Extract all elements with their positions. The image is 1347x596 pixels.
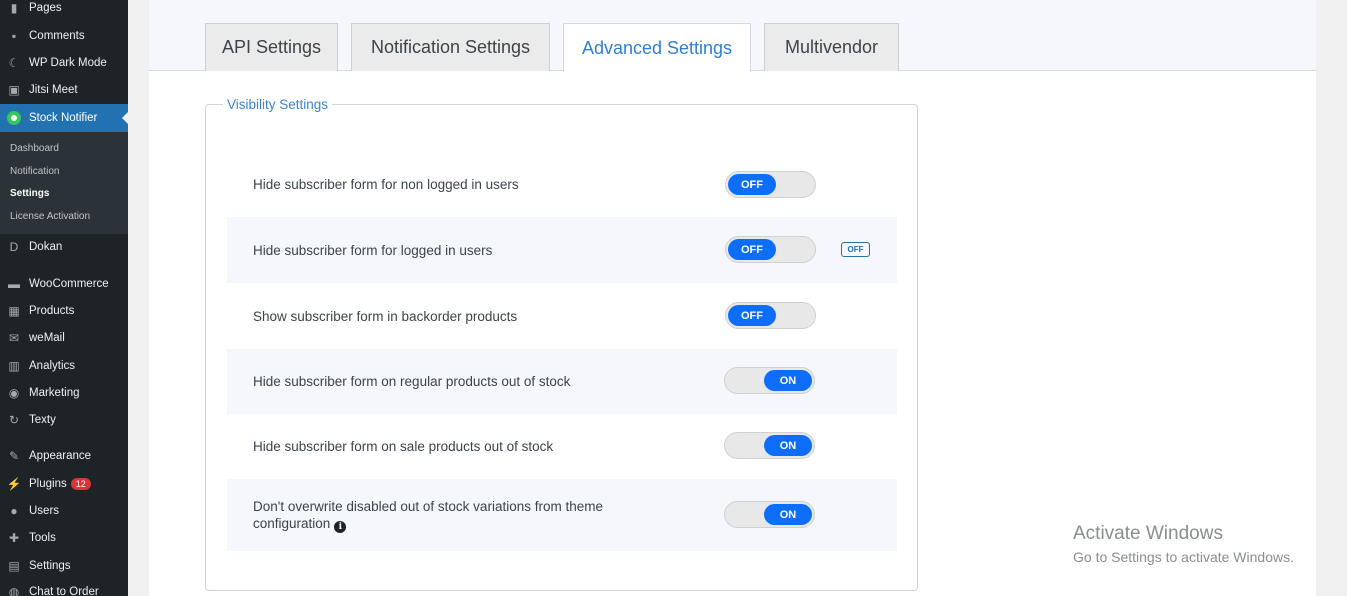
off-state-badge: OFF: [841, 242, 870, 257]
products-icon: ▦: [8, 304, 20, 318]
tab-advanced-settings[interactable]: Advanced Settings: [563, 23, 751, 72]
setting-label-text: Don't overwrite disabled out of stock va…: [253, 498, 603, 531]
menu-item-woocommerce[interactable]: ▬ WooCommerce: [0, 271, 128, 297]
menu-item-users[interactable]: ● Users: [0, 498, 128, 524]
email-icon: ✉: [8, 331, 20, 345]
menu-label: Plugins: [29, 478, 67, 490]
submenu-dashboard[interactable]: Dashboard: [10, 143, 59, 154]
watermark-subtitle: Go to Settings to activate Windows.: [1073, 549, 1294, 565]
setting-row: Don't overwrite disabled out of stock va…: [227, 479, 897, 551]
setting-label: Hide subscriber form for logged in users: [253, 242, 493, 258]
menu-item-chat-to-order[interactable]: ◍ Chat to Order: [0, 579, 128, 596]
setting-row: Hide subscriber form on regular products…: [227, 349, 897, 414]
toggle-hide-logged-in[interactable]: OFF: [725, 236, 816, 263]
stock-notifier-submenu: Dashboard Notification Settings License …: [0, 132, 128, 234]
settings-icon: ▤: [8, 559, 20, 573]
toggle-knob: ON: [764, 435, 812, 456]
setting-label: Hide subscriber form on sale products ou…: [253, 439, 554, 454]
menu-item-settings[interactable]: ▤ Settings: [0, 553, 128, 579]
menu-item-comments[interactable]: ▪ Comments: [0, 23, 128, 49]
menu-item-stock-notifier[interactable]: Stock Notifier: [0, 104, 128, 132]
video-icon: ▣: [8, 83, 20, 97]
tab-notification-settings[interactable]: Notification Settings: [351, 23, 550, 71]
menu-item-texty[interactable]: ↻ Texty: [0, 407, 128, 433]
watermark-title: Activate Windows: [1073, 523, 1223, 544]
menu-item-wp-dark-mode[interactable]: ☾ WP Dark Mode: [0, 50, 128, 76]
setting-row: Hide subscriber form for logged in users…: [227, 217, 897, 283]
submenu-license-activation[interactable]: License Activation: [10, 211, 90, 222]
toggle-knob: OFF: [728, 305, 776, 326]
menu-label: Pages: [29, 2, 62, 14]
menu-label: Dokan: [29, 241, 63, 253]
toggle-knob: OFF: [728, 174, 776, 195]
menu-label: Comments: [29, 30, 85, 42]
plugins-update-badge: 12: [70, 478, 91, 490]
toggle-show-backorder[interactable]: OFF: [725, 302, 816, 329]
toggle-knob: ON: [764, 504, 812, 525]
menu-label: Tools: [29, 532, 56, 544]
pages-icon: ▮: [10, 1, 18, 15]
setting-row: Show subscriber form in backorder produc…: [227, 283, 897, 349]
toggle-knob: ON: [764, 370, 812, 391]
menu-item-plugins[interactable]: ⚡ Plugins 12: [0, 471, 128, 497]
menu-item-wemail[interactable]: ✉ weMail: [0, 325, 128, 351]
tab-api-settings[interactable]: API Settings: [205, 23, 338, 71]
settings-panel: API Settings Notification Settings Advan…: [149, 0, 1316, 596]
submenu-notification[interactable]: Notification: [10, 166, 59, 177]
menu-label: Products: [29, 305, 75, 317]
toggle-knob: OFF: [728, 239, 776, 260]
toggle-hide-non-logged-in[interactable]: OFF: [725, 171, 816, 198]
toggle-hide-sale-out-of-stock[interactable]: ON: [724, 432, 815, 459]
comments-icon: ▪: [11, 29, 17, 43]
section-legend: Visibility Settings: [223, 97, 333, 112]
texty-icon: ↻: [8, 413, 20, 427]
tab-multivendor[interactable]: Multivendor: [764, 23, 899, 71]
setting-row: Hide subscriber form for non logged in u…: [227, 151, 897, 217]
menu-label: WooCommerce: [29, 278, 109, 290]
menu-label: Chat to Order: [29, 586, 99, 596]
setting-label: Hide subscriber form on regular products…: [253, 374, 571, 389]
toggle-hide-regular-out-of-stock[interactable]: ON: [724, 367, 815, 394]
toggle-dont-overwrite-variations[interactable]: ON: [724, 501, 815, 528]
woocommerce-icon: ▬: [8, 277, 20, 291]
menu-label: Users: [29, 505, 60, 517]
setting-row: Hide subscriber form on sale products ou…: [227, 414, 897, 479]
menu-item-analytics[interactable]: ▥ Analytics: [0, 353, 128, 379]
setting-label: Show subscriber form in backorder produc…: [253, 308, 518, 324]
menu-label: Settings: [29, 560, 71, 572]
chat-icon: ◍: [8, 585, 20, 596]
menu-label: Texty: [29, 414, 56, 426]
menu-item-tools[interactable]: ✚ Tools: [0, 525, 128, 551]
settings-tabbar: API Settings Notification Settings Advan…: [149, 0, 1316, 72]
stock-notifier-logo-icon: [7, 111, 21, 125]
user-icon: ●: [10, 504, 18, 518]
menu-label: Marketing: [29, 387, 80, 399]
moon-icon: ☾: [8, 56, 20, 70]
setting-label: Hide subscriber form for non logged in u…: [253, 176, 519, 192]
menu-item-jitsi-meet[interactable]: ▣ Jitsi Meet: [0, 77, 128, 103]
bar-chart-icon: ▥: [8, 359, 20, 373]
wrench-icon: ✚: [8, 531, 20, 545]
paintbrush-icon: ✎: [8, 449, 20, 463]
activate-windows-watermark: Activate Windows Go to Settings to activ…: [1073, 523, 1294, 565]
setting-label: Don't overwrite disabled out of stock va…: [253, 498, 653, 533]
menu-label: Stock Notifier: [29, 112, 98, 124]
menu-item-pages[interactable]: ▮ Pages: [0, 0, 128, 21]
menu-item-dokan[interactable]: D Dokan: [0, 234, 128, 260]
menu-item-appearance[interactable]: ✎ Appearance: [0, 443, 128, 469]
menu-item-products[interactable]: ▦ Products: [0, 298, 128, 324]
dokan-icon: D: [9, 240, 19, 254]
menu-label: weMail: [29, 332, 65, 344]
plugin-icon: ⚡: [6, 477, 22, 491]
submenu-settings[interactable]: Settings: [10, 188, 49, 199]
menu-label: Jitsi Meet: [29, 84, 78, 96]
admin-sidebar: ▮ Pages ▪ Comments ☾ WP Dark Mode ▣ Jits…: [0, 0, 128, 596]
menu-label: WP Dark Mode: [29, 57, 107, 69]
menu-label: Analytics: [29, 360, 76, 372]
megaphone-icon: ◉: [8, 386, 20, 400]
menu-label: Appearance: [29, 450, 92, 462]
menu-item-marketing[interactable]: ◉ Marketing: [0, 380, 128, 406]
info-icon[interactable]: i: [334, 520, 347, 533]
